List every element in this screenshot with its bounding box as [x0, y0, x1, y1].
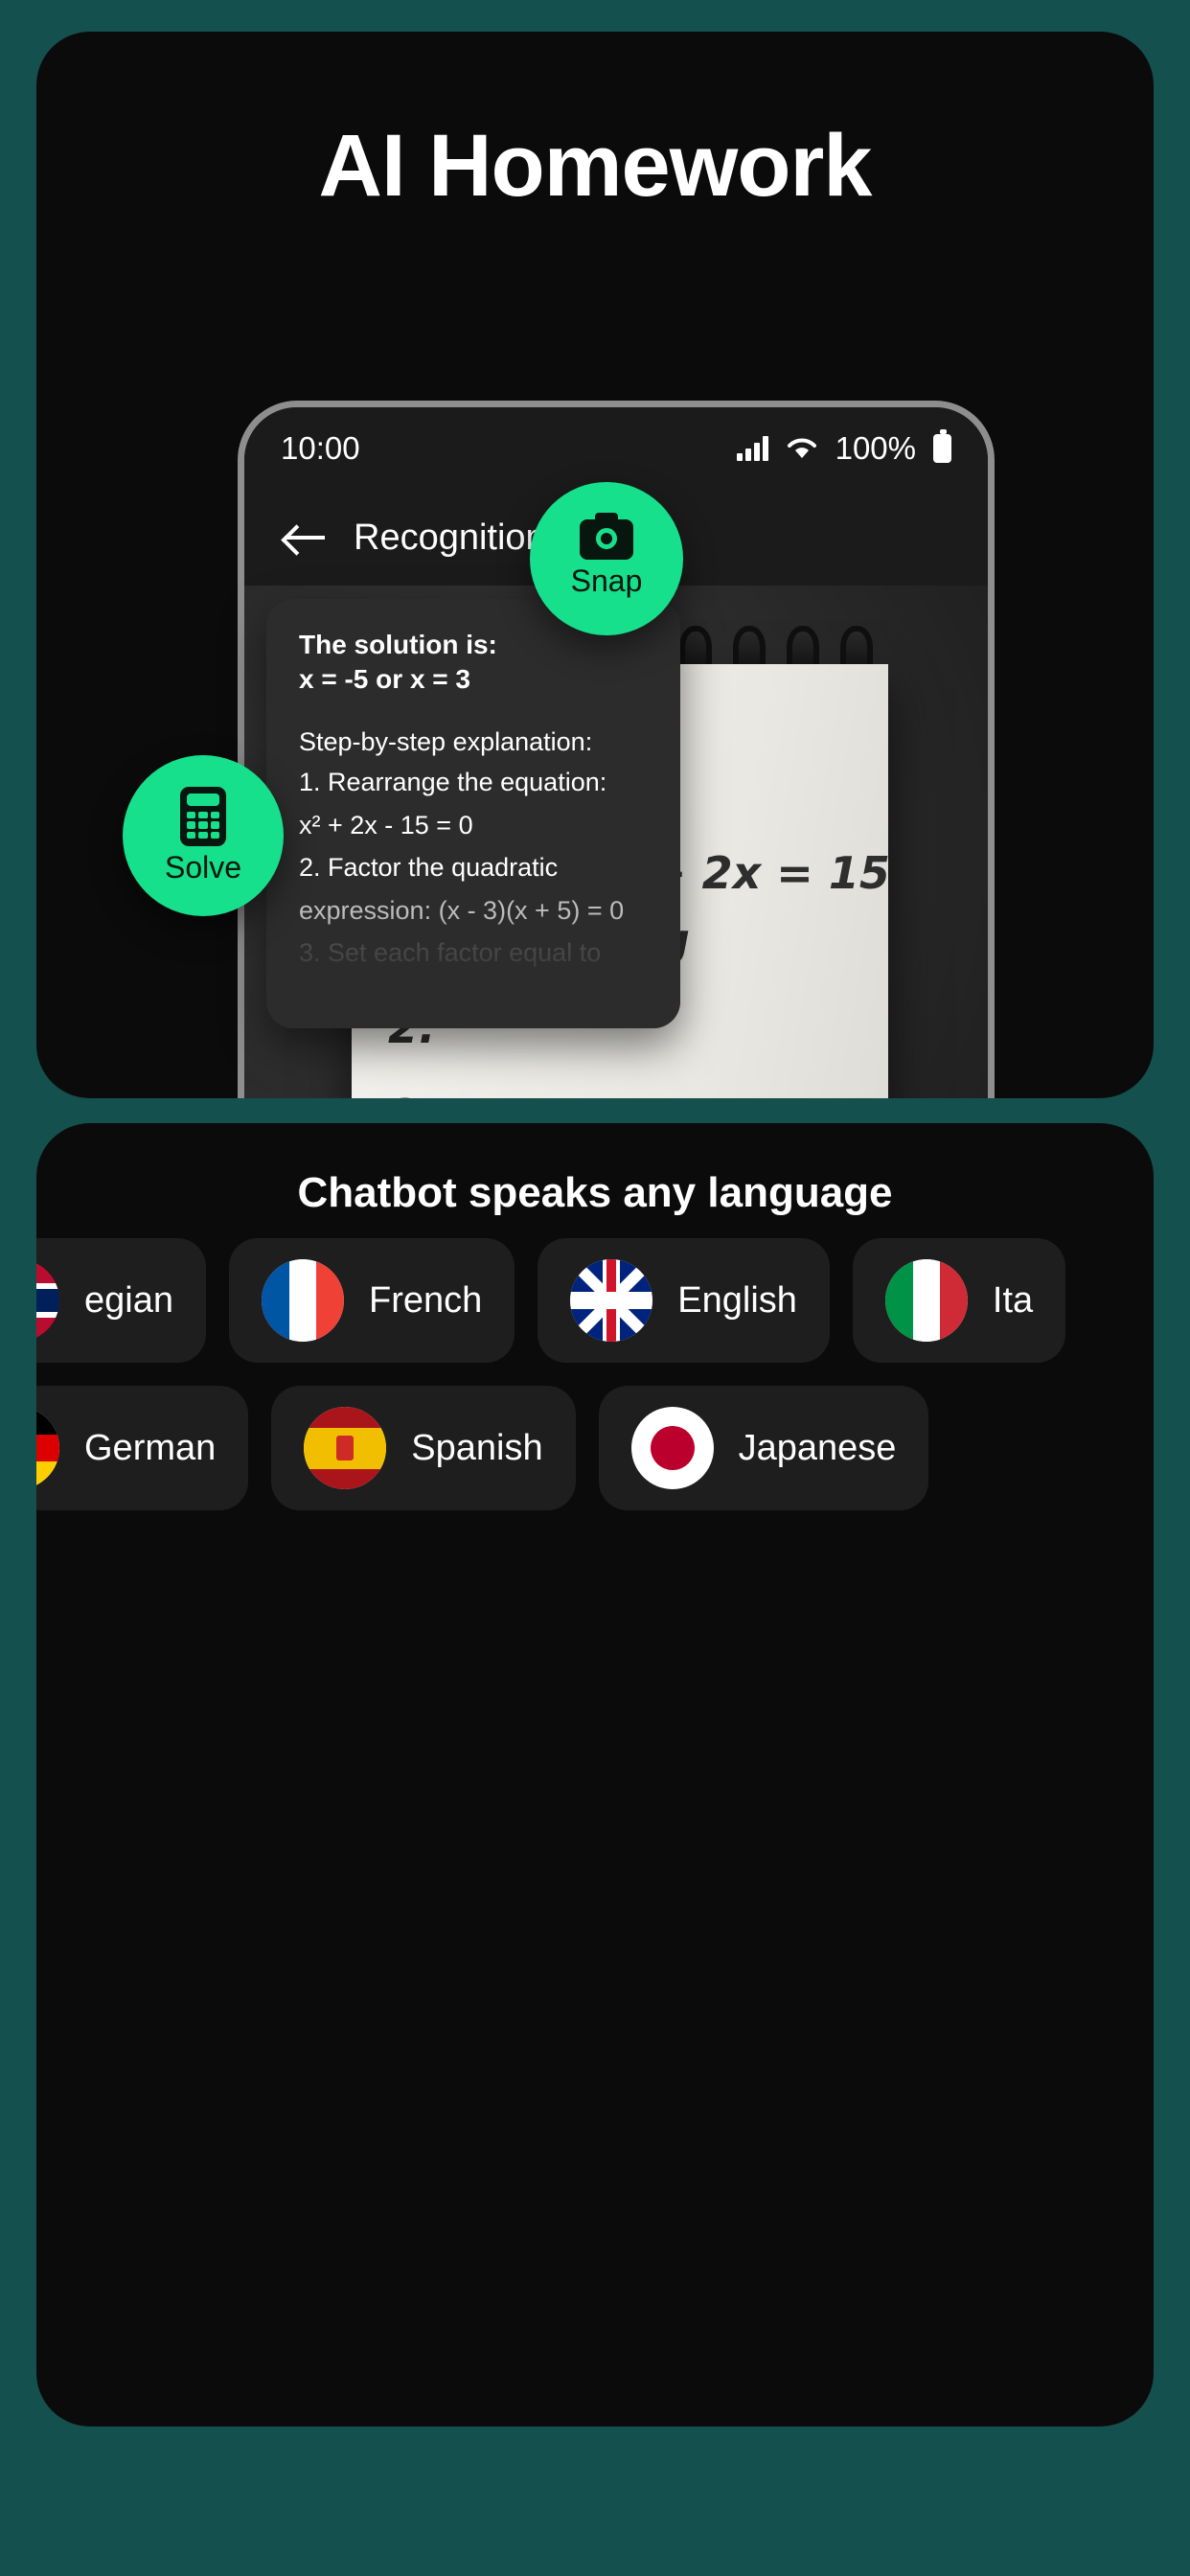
- language-chip-label: Japanese: [738, 1427, 897, 1468]
- solve-badge[interactable]: Solve: [123, 755, 284, 916]
- solution-step-0: 1. Rearrange the equation:: [299, 768, 607, 797]
- status-time: 10:00: [281, 430, 360, 466]
- language-chip-label: German: [84, 1427, 217, 1468]
- language-chip-label: English: [677, 1279, 797, 1321]
- language-chip-label: Ita: [992, 1279, 1034, 1321]
- language-chip-label: French: [368, 1279, 483, 1321]
- language-chip-spanish[interactable]: Spanish: [271, 1386, 576, 1510]
- app-bar-title: Recognition: [354, 517, 546, 558]
- solution-step-1: x² + 2x - 15 = 0: [299, 810, 473, 840]
- solution-step-2: 2. Factor the quadratic: [299, 853, 559, 883]
- snap-badge[interactable]: Snap: [530, 482, 683, 635]
- language-chip-japanese[interactable]: Japanese: [598, 1386, 929, 1510]
- back-arrow-icon[interactable]: [285, 523, 325, 552]
- calculator-icon: [180, 786, 226, 846]
- spain-flag-icon: [304, 1407, 387, 1489]
- languages-title: Chatbot speaks any language: [297, 1169, 893, 1216]
- battery-icon: [933, 429, 951, 463]
- language-row-1: egian French English Ita: [36, 1238, 1154, 1363]
- snap-badge-label: Snap: [570, 563, 643, 598]
- language-chip-french[interactable]: French: [228, 1238, 515, 1363]
- norway-flag-icon: [36, 1259, 59, 1342]
- language-chip-english[interactable]: English: [538, 1238, 830, 1363]
- camera-icon: [580, 512, 633, 560]
- solve-badge-label: Solve: [164, 849, 242, 885]
- language-chip-german[interactable]: German: [36, 1386, 249, 1510]
- hero-card: AI Homework 10:00 100% Recognition 2x = …: [36, 32, 1154, 1098]
- language-chip-norwegian[interactable]: egian: [36, 1238, 206, 1363]
- france-flag-icon: [261, 1259, 344, 1342]
- language-row-2: German Spanish Japanese: [36, 1386, 1154, 1510]
- solution-fade-overlay: [266, 913, 680, 1028]
- language-chip-italian[interactable]: Ita: [852, 1238, 1066, 1363]
- hw-line-4: 3.: [388, 1086, 886, 1098]
- languages-card: Chatbot speaks any language egian French: [36, 1123, 1154, 2426]
- germany-flag-icon: [36, 1407, 59, 1489]
- battery-percent: 100%: [835, 430, 916, 466]
- language-chip-label: Spanish: [411, 1427, 543, 1468]
- japan-flag-icon: [630, 1407, 714, 1489]
- language-chip-rows: egian French English Ita German Spanish …: [36, 1238, 1154, 1533]
- language-chip-label: egian: [84, 1279, 173, 1321]
- wifi-icon: [787, 438, 816, 458]
- solution-card: The solution is: x = -5 or x = 3 Step-by…: [266, 599, 680, 1028]
- solution-answer: x = -5 or x = 3: [299, 664, 470, 695]
- status-icons: 100%: [736, 429, 951, 467]
- status-bar: 10:00 100%: [244, 407, 988, 490]
- solution-subtitle: Step-by-step explanation:: [299, 727, 593, 757]
- uk-flag-icon: [570, 1259, 653, 1342]
- signal-bars-icon: [736, 436, 768, 461]
- page-title: AI Homework: [318, 117, 873, 215]
- italy-flag-icon: [884, 1259, 968, 1342]
- promo-screenshot: AI Homework 10:00 100% Recognition 2x = …: [0, 0, 1190, 2576]
